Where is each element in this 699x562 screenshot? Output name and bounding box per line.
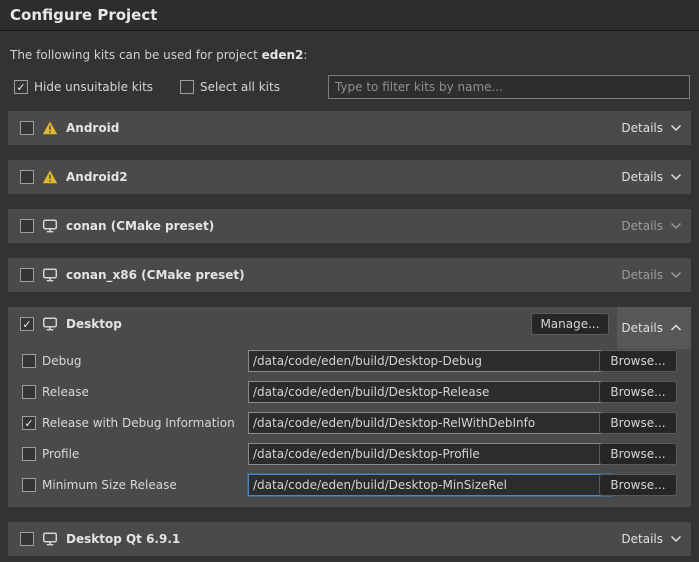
kit-filter-controls: Hide unsuitable kits Select all kits bbox=[14, 75, 699, 99]
manage-button[interactable]: Manage... bbox=[531, 313, 609, 335]
build-dir-input[interactable] bbox=[248, 381, 612, 403]
hide-unsuitable-kits-label: Hide unsuitable kits bbox=[34, 80, 153, 94]
select-all-kits-checkbox[interactable] bbox=[180, 80, 194, 94]
chevron-down-icon bbox=[670, 271, 682, 279]
build-dir-input-focused[interactable] bbox=[248, 474, 612, 496]
kit-filter-input[interactable] bbox=[328, 75, 690, 99]
build-config-checkbox[interactable] bbox=[22, 447, 36, 461]
kit-name: conan (CMake preset) bbox=[66, 219, 214, 233]
kit-row-android: Android Details bbox=[8, 111, 691, 145]
build-config-label: Minimum Size Release bbox=[42, 478, 177, 492]
kit-checkbox[interactable] bbox=[20, 170, 34, 184]
project-name: eden2 bbox=[262, 48, 304, 62]
browse-button[interactable]: Browse... bbox=[599, 381, 677, 403]
build-dir-input[interactable] bbox=[248, 443, 612, 465]
browse-button[interactable]: Browse... bbox=[599, 350, 677, 372]
details-toggle[interactable]: Details bbox=[617, 209, 691, 243]
build-config-row-minsizerel: Minimum Size Release Browse... bbox=[22, 474, 683, 496]
details-label: Details bbox=[621, 321, 663, 335]
chevron-down-icon bbox=[670, 173, 682, 181]
details-label: Details bbox=[621, 532, 663, 546]
build-config-checkbox[interactable] bbox=[22, 354, 36, 368]
chevron-down-icon bbox=[670, 222, 682, 230]
warning-icon bbox=[42, 169, 58, 185]
kit-checkbox[interactable] bbox=[20, 532, 34, 546]
kit-checkbox[interactable] bbox=[20, 219, 34, 233]
build-config-row-relwithdebinfo: Release with Debug Information Browse... bbox=[22, 412, 683, 434]
kit-checkbox[interactable] bbox=[20, 317, 34, 331]
kit-name: Android bbox=[66, 121, 119, 135]
build-dir-input[interactable] bbox=[248, 412, 612, 434]
warning-icon bbox=[42, 120, 58, 136]
desktop-icon bbox=[42, 316, 58, 332]
kit-name: Desktop bbox=[66, 317, 122, 331]
page-title: Configure Project bbox=[10, 6, 157, 24]
kit-checkbox[interactable] bbox=[20, 268, 34, 282]
build-config-checkbox[interactable] bbox=[22, 478, 36, 492]
chevron-down-icon bbox=[670, 535, 682, 543]
kit-row-conan-x86: conan_x86 (CMake preset) Details bbox=[8, 258, 691, 292]
kit-row-desktop: Desktop Manage... Details bbox=[8, 307, 691, 341]
details-label: Details bbox=[621, 219, 663, 233]
subtitle-text: The following kits can be used for proje… bbox=[10, 48, 262, 62]
details-toggle[interactable]: Details bbox=[617, 111, 691, 145]
kit-name: Desktop Qt 6.9.1 bbox=[66, 532, 180, 546]
desktop-icon bbox=[42, 531, 58, 547]
details-label: Details bbox=[621, 170, 663, 184]
kit-checkbox[interactable] bbox=[20, 121, 34, 135]
title-bar: Configure Project bbox=[0, 0, 699, 31]
hide-unsuitable-kits-option[interactable]: Hide unsuitable kits bbox=[14, 80, 153, 94]
chevron-down-icon bbox=[670, 124, 682, 132]
desktop-icon bbox=[42, 218, 58, 234]
kit-row-android2: Android2 Details bbox=[8, 160, 691, 194]
build-config-label: Release bbox=[42, 385, 89, 399]
details-toggle[interactable]: Details bbox=[617, 160, 691, 194]
chevron-up-icon bbox=[670, 324, 682, 332]
build-config-row-release: Release Browse... bbox=[22, 381, 683, 403]
hide-unsuitable-kits-checkbox[interactable] bbox=[14, 80, 28, 94]
build-dir-input[interactable] bbox=[248, 350, 612, 372]
build-config-row-debug: Debug Browse... bbox=[22, 350, 683, 372]
details-label: Details bbox=[621, 268, 663, 282]
details-toggle[interactable]: Details bbox=[617, 258, 691, 292]
details-toggle[interactable]: Details bbox=[617, 522, 691, 556]
kit-row-desktop-qt-691: Desktop Qt 6.9.1 Details bbox=[8, 522, 691, 556]
kit-name: conan_x86 (CMake preset) bbox=[66, 268, 245, 282]
details-label: Details bbox=[621, 121, 663, 135]
browse-button[interactable]: Browse... bbox=[599, 412, 677, 434]
select-all-kits-label: Select all kits bbox=[200, 80, 280, 94]
build-config-label: Release with Debug Information bbox=[42, 416, 235, 430]
subtitle: The following kits can be used for proje… bbox=[10, 48, 699, 62]
details-toggle[interactable]: Details bbox=[617, 307, 691, 349]
kit-name: Android2 bbox=[66, 170, 128, 184]
kit-row-conan: conan (CMake preset) Details bbox=[8, 209, 691, 243]
subtitle-colon: : bbox=[303, 48, 307, 62]
kit-section-desktop: Desktop Manage... Details Debug Browse..… bbox=[8, 307, 691, 507]
build-config-label: Profile bbox=[42, 447, 79, 461]
kit-list: Android Details Android2 Details conan (… bbox=[8, 111, 691, 556]
build-config-checkbox[interactable] bbox=[22, 385, 36, 399]
build-config-row-profile: Profile Browse... bbox=[22, 443, 683, 465]
browse-button[interactable]: Browse... bbox=[599, 474, 677, 496]
browse-button[interactable]: Browse... bbox=[599, 443, 677, 465]
build-config-label: Debug bbox=[42, 354, 81, 368]
build-config-checkbox[interactable] bbox=[22, 416, 36, 430]
desktop-icon bbox=[42, 267, 58, 283]
select-all-kits-option[interactable]: Select all kits bbox=[180, 80, 280, 94]
filter-input-wrap bbox=[328, 75, 699, 99]
